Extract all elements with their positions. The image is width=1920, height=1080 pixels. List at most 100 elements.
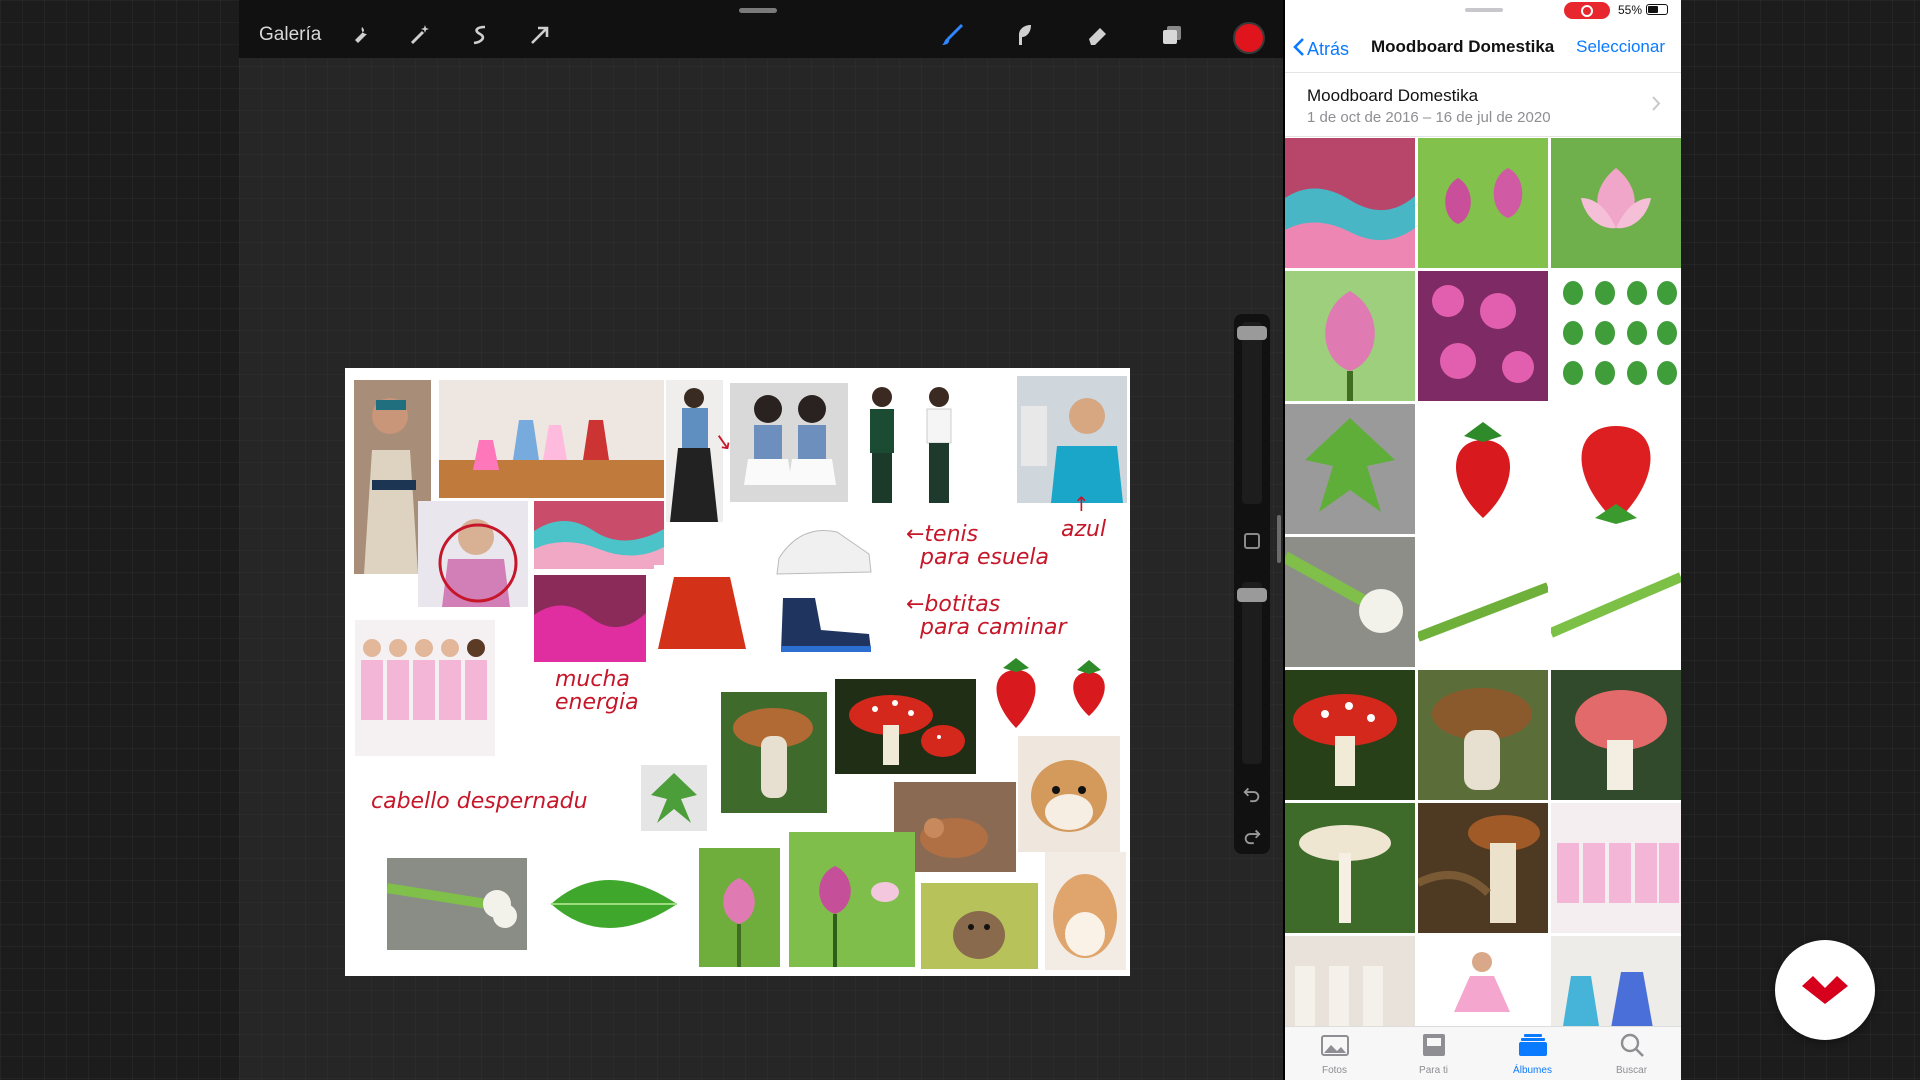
photo-folk-dancers: [534, 501, 664, 569]
photo-grid: [1285, 138, 1681, 1034]
photo-white-mushroom[interactable]: [1285, 803, 1415, 933]
photo-pink-skirts: [534, 575, 646, 662]
photo-strawberry[interactable]: [1551, 404, 1681, 534]
opacity-thumb[interactable]: [1237, 588, 1267, 602]
undo-icon[interactable]: [1241, 782, 1263, 804]
photo-onion-stem-2[interactable]: [1551, 537, 1681, 667]
photo-lotus-flowers: [789, 832, 915, 967]
gallery-button[interactable]: Galería: [259, 24, 321, 46]
photo-strawberry-2: [1063, 658, 1115, 720]
photo-pink-mushroom[interactable]: [1551, 670, 1681, 800]
photo-leaves-chart[interactable]: [1551, 271, 1681, 401]
photo-hamster-1: [1018, 736, 1120, 852]
tab-label: Para ti: [1419, 1065, 1448, 1076]
multitask-grabber-photos[interactable]: [1465, 8, 1503, 12]
procreate-sidebar: [1234, 314, 1270, 854]
photo-ballet-studio: [439, 380, 664, 498]
photo-dancers-skirts[interactable]: [1285, 138, 1415, 268]
back-button[interactable]: Atrás: [1293, 37, 1349, 62]
color-picker-button[interactable]: [1233, 22, 1265, 54]
photo-ballet-girls: [355, 620, 495, 756]
photo-lotus-buds[interactable]: [1418, 138, 1548, 268]
photos-icon: [1320, 1033, 1350, 1062]
brush-size-slider[interactable]: [1242, 322, 1262, 504]
select-button[interactable]: Seleccionar: [1576, 37, 1665, 57]
photo-lotus-flower[interactable]: [1551, 138, 1681, 268]
annotation-tenis: ←tenis para esuela: [906, 522, 1050, 571]
tab-albumes[interactable]: Álbumes: [1483, 1027, 1582, 1080]
search-icon: [1617, 1033, 1647, 1062]
photo-pink-flowers[interactable]: [1418, 271, 1548, 401]
wrench-icon[interactable]: [347, 22, 373, 48]
annotation-botitas: ←botitas para caminar: [906, 592, 1067, 641]
photo-denim-skirt: [666, 380, 723, 522]
photo-white-sneaker: [771, 514, 877, 584]
status-bar: 55%: [1285, 0, 1681, 22]
photo-twin-girls: [730, 383, 848, 502]
photo-porcini[interactable]: [1418, 670, 1548, 800]
moodboard-canvas[interactable]: ↓ ←tenis para esuela ←botitas para camin…: [345, 368, 1130, 976]
magic-wand-icon[interactable]: [407, 22, 433, 48]
photo-green-leaf: [545, 862, 685, 946]
tab-buscar[interactable]: Buscar: [1582, 1027, 1681, 1080]
photo-amanita[interactable]: [1285, 670, 1415, 800]
photo-ballet-dancers[interactable]: [1551, 936, 1681, 1034]
redo-icon[interactable]: [1241, 824, 1263, 846]
photos-app: 55% Atrás Moodboard Domestika Selecciona…: [1285, 0, 1681, 1080]
tab-label: Buscar: [1615, 1065, 1648, 1076]
arrow-azul: ↑: [1073, 492, 1090, 516]
eraser-icon[interactable]: [1085, 22, 1111, 48]
annotation-energia: mucha energia: [555, 667, 639, 716]
photo-hamster-2: [1045, 852, 1126, 970]
photo-onion[interactable]: [1285, 537, 1415, 667]
opacity-slider[interactable]: [1242, 582, 1262, 764]
albums-icon: [1518, 1033, 1548, 1062]
procreate-toolbar: Galería: [239, 0, 1283, 58]
photo-blue-boots: [771, 590, 877, 658]
brush-icon[interactable]: [939, 22, 965, 48]
photo-onion-stem[interactable]: [1418, 537, 1548, 667]
split-view-divider[interactable]: [1277, 515, 1281, 563]
tab-para-ti[interactable]: Para ti: [1384, 1027, 1483, 1080]
chevron-right-icon: [1652, 96, 1661, 116]
multitask-grabber[interactable]: [739, 8, 777, 13]
brush-size-thumb[interactable]: [1237, 326, 1267, 340]
tab-label: Álbumes: [1513, 1065, 1552, 1076]
photo-strawberry-small[interactable]: [1418, 404, 1548, 534]
photo-porcini: [721, 692, 827, 813]
photo-lotus-bud: [699, 848, 780, 967]
photo-mushroom-basket[interactable]: [1418, 803, 1548, 933]
transform-arrow-icon[interactable]: [527, 22, 553, 48]
smudge-icon[interactable]: [1011, 22, 1037, 48]
photo-ballet-girl[interactable]: [1418, 936, 1548, 1034]
photo-field-mouse: [921, 883, 1038, 969]
layers-icon[interactable]: [1159, 22, 1185, 48]
annotation-cabello: cabello despernadu: [371, 789, 588, 814]
photo-ballet-class[interactable]: [1285, 936, 1415, 1034]
photo-uniform-boy: [860, 383, 905, 508]
photo-ballet-kids[interactable]: [1551, 803, 1681, 933]
domestika-logo: [1775, 940, 1875, 1040]
album-header[interactable]: Moodboard Domestika 1 de oct de 2016 – 1…: [1285, 74, 1681, 137]
chevron-left-icon: [1293, 37, 1305, 62]
photo-strawberry-1: [985, 654, 1047, 732]
tab-label: Fotos: [1321, 1065, 1347, 1076]
album-name: Moodboard Domestika: [1307, 86, 1479, 105]
battery-icon: [1646, 4, 1668, 15]
album-dates: 1 de oct de 2016 – 16 de jul de 2020: [1307, 109, 1551, 126]
photo-green-leaf[interactable]: [1285, 404, 1415, 534]
selection-icon[interactable]: [467, 22, 493, 48]
photo-boy-blue-jacket: [1017, 376, 1127, 503]
photo-leaf-small: [641, 765, 707, 831]
modify-button[interactable]: [1244, 533, 1260, 549]
back-label: Atrás: [1307, 39, 1350, 59]
battery-percent: 55%: [1618, 3, 1643, 17]
annotation-azul: azul: [1061, 517, 1107, 542]
photo-onions: [387, 858, 527, 950]
album-title: Moodboard Domestika: [1371, 37, 1555, 56]
screen-recording-indicator[interactable]: [1564, 2, 1610, 19]
domestika-logo-icon: [1802, 976, 1848, 1004]
tab-fotos[interactable]: Fotos: [1285, 1027, 1384, 1080]
photo-lotus-bud[interactable]: [1285, 271, 1415, 401]
tab-bar: Fotos Para ti Álbumes Buscar: [1285, 1026, 1681, 1080]
